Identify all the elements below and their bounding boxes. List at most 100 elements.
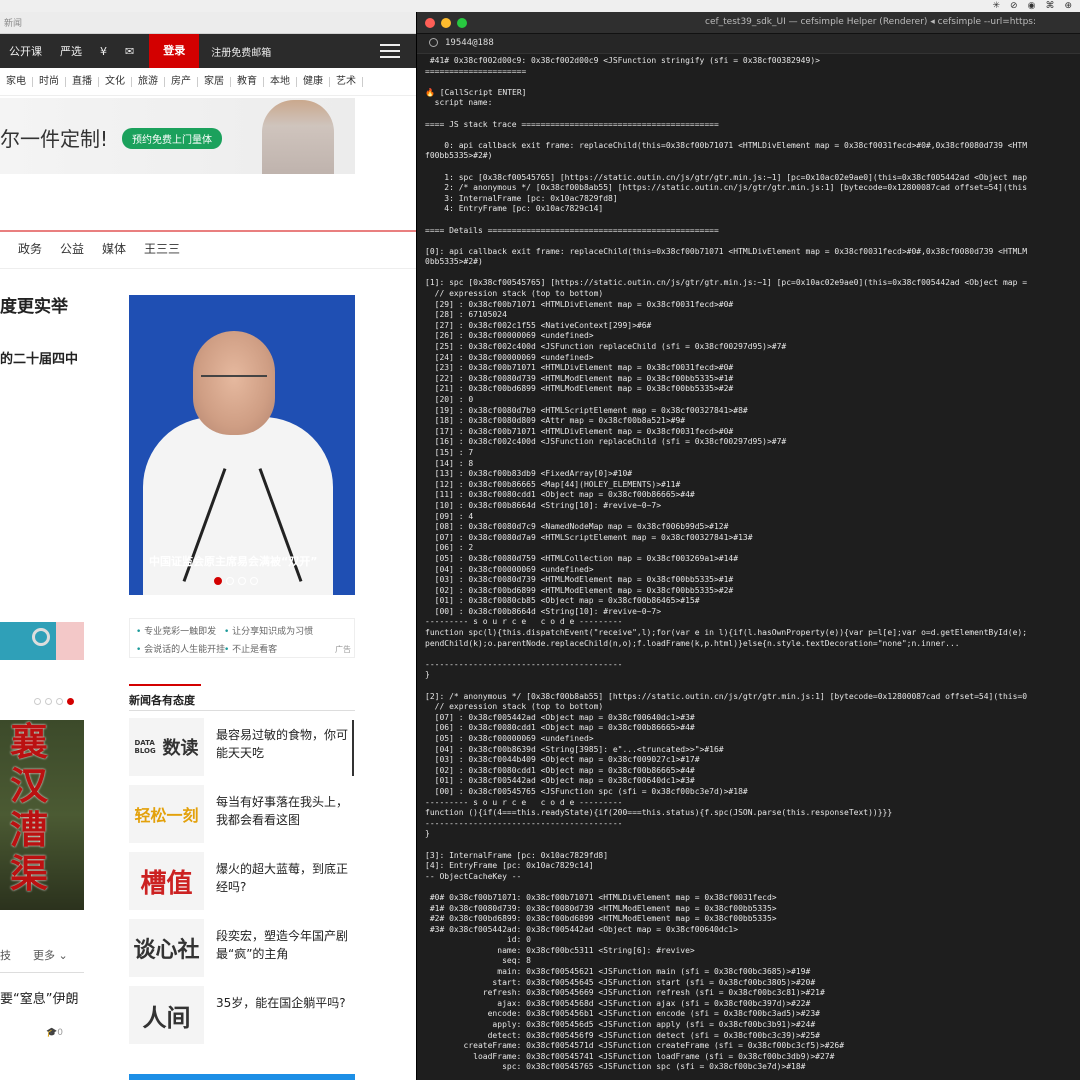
- category-yishu[interactable]: 艺术: [330, 76, 363, 87]
- bottom-promo-banner[interactable]: [129, 1074, 355, 1080]
- status-icon-5[interactable]: ⊕: [1064, 0, 1072, 12]
- topnav-item-gongkaike[interactable]: 公开课: [0, 43, 51, 59]
- news-list-item[interactable]: 人间 35岁，能在国企躺平吗?: [129, 986, 355, 1044]
- carousel-dot-active[interactable]: [214, 577, 222, 585]
- minimize-window-button[interactable]: [441, 18, 451, 28]
- category-jiadian[interactable]: 家电: [0, 76, 33, 87]
- status-icon-2[interactable]: ⊘: [1010, 0, 1018, 12]
- status-icon-3[interactable]: ◉: [1028, 0, 1036, 12]
- divider: [0, 268, 416, 269]
- hamburger-menu-icon[interactable]: [380, 44, 400, 58]
- browser-window-title: 新闻: [4, 19, 23, 29]
- terminal-line: [10] : 0x38cf00b8664d <String[10]: #revi…: [425, 500, 662, 510]
- desktop: ✳ ⊘ ◉ ⌘ ⊕ 新闻 公开课 严选 ¥ ✉ 登录 注册免费邮箱 家电 时尚 …: [0, 0, 1080, 1080]
- terminal-line: #2# 0x38cf00bd6899: 0x38cf00bd6899 <HTML…: [425, 914, 777, 924]
- category-jiaju[interactable]: 家居: [198, 76, 231, 87]
- promo-link-3[interactable]: • 会说话的人生能开挂: [136, 642, 225, 655]
- left-promo-image[interactable]: [0, 622, 84, 660]
- category-shishang[interactable]: 时尚: [33, 76, 66, 87]
- terminal-line: [03] : 0x38cf0080d739 <HTMLModElement ma…: [425, 575, 734, 585]
- carousel-dot-active[interactable]: [67, 698, 74, 705]
- terminal-line: 3: InternalFrame [pc: 0x10ac7829fd8]: [425, 193, 618, 203]
- left-news-count: 🎓0: [46, 1028, 63, 1038]
- terminal-title: cef_test39_sdk_UI — cefsimple Helper (Re…: [705, 17, 1037, 27]
- subnav-zhengwu[interactable]: 政务: [0, 240, 42, 260]
- news-item-title: 最容易过敏的食物，你可能天天吃: [216, 728, 349, 760]
- login-button[interactable]: 登录: [149, 34, 200, 68]
- terminal-line: f00bb5335>#2#): [425, 151, 493, 161]
- news-list-item[interactable]: 槽值 爆火的超大蓝莓，到底正经吗?: [129, 852, 355, 910]
- browser-title-bar[interactable]: 新闻: [0, 12, 416, 34]
- carousel-dot[interactable]: [226, 577, 234, 585]
- news-list-item[interactable]: 谈心社 段奕宏，塑造今年国产剧最“疯”的主角: [129, 919, 355, 977]
- book-title-char-3: 漕: [10, 807, 49, 852]
- carousel-dot[interactable]: [45, 698, 52, 705]
- terminal-line: [15] : 7: [425, 447, 474, 457]
- terminal-line: function spc(l){this.dispatchEvent("rece…: [425, 628, 1028, 638]
- carousel-dot[interactable]: [34, 698, 41, 705]
- carousel-dot[interactable]: [56, 698, 63, 705]
- register-mail-link[interactable]: 注册免费邮箱: [205, 44, 277, 59]
- ad-appointment-button[interactable]: 预约免费上门量体: [122, 128, 222, 149]
- terminal-search-bar[interactable]: 19544@188: [417, 34, 1080, 54]
- category-lvyou[interactable]: 旅游: [132, 76, 165, 87]
- terminal-line: ==== JS stack trace ====================…: [425, 119, 719, 129]
- category-jiankang[interactable]: 健康: [297, 76, 330, 87]
- terminal-line: [28] : 67105024: [425, 310, 507, 320]
- terminal-title-bar[interactable]: cef_test39_sdk_UI — cefsimple Helper (Re…: [417, 12, 1080, 34]
- category-wenhua[interactable]: 文化: [99, 76, 132, 87]
- news-list-item[interactable]: 轻松一刻 每当有好事落在我头上，我都会看看这图: [129, 785, 355, 843]
- promo-link-1[interactable]: • 专业竞彩一触即发: [136, 624, 216, 637]
- sub-nav: 政务 公益 媒体 王三三: [0, 240, 180, 260]
- section-accent-line: [129, 684, 201, 686]
- terminal-line: [16] : 0x38cf002c400d <JSFunction replac…: [425, 437, 787, 447]
- headline-secondary[interactable]: 的二十届四中: [0, 348, 78, 367]
- topnav-item-yuan[interactable]: ¥: [91, 45, 116, 58]
- promo-link-4[interactable]: • 不止是看客: [224, 642, 277, 655]
- headline-main[interactable]: 度更实举: [0, 292, 68, 317]
- terminal-line: name: 0x38cf00bc5311 <String[6]: #revive…: [425, 945, 695, 955]
- terminal-line: [05] : 0x38cf0080d759 <HTMLCollection ma…: [425, 553, 739, 563]
- ad-banner[interactable]: 尔一件定制! 预约免费上门量体: [0, 98, 355, 174]
- terminal-line: [08] : 0x38cf0080d7c9 <NamedNodeMap map …: [425, 522, 729, 532]
- status-icon-4[interactable]: ⌘: [1045, 0, 1054, 12]
- terminal-line: function (){if(4===this.readyState){if(2…: [425, 808, 893, 818]
- book-cover-image[interactable]: 襄 汉 漕 渠: [0, 720, 84, 910]
- category-zhibo[interactable]: 直播: [66, 76, 99, 87]
- search-icon: [429, 38, 438, 47]
- carousel-dot[interactable]: [238, 577, 246, 585]
- terminal-line: [18] : 0x38cf0080d809 <Attr map = 0x38cf…: [425, 416, 686, 426]
- terminal-line: [25] : 0x38cf002c400d <JSFunction replac…: [425, 342, 787, 352]
- subnav-gongyi[interactable]: 公益: [42, 240, 84, 260]
- close-window-button[interactable]: [425, 18, 435, 28]
- window-controls: [425, 18, 467, 28]
- terminal-output[interactable]: #41# 0x38cf002d00c9: 0x38cf002d00c9 <JSF…: [417, 56, 1080, 1073]
- tab-tech[interactable]: 技: [0, 947, 11, 963]
- category-jiaoyu[interactable]: 教育: [231, 76, 264, 87]
- left-news-title[interactable]: 要“窒息”伊朗: [0, 988, 78, 1007]
- news-list-item[interactable]: DATA BLOG 数读 最容易过敏的食物，你可能天天吃: [129, 718, 355, 776]
- zoom-window-button[interactable]: [457, 18, 467, 28]
- promo-link-2[interactable]: • 让分享知识成为习惯: [224, 624, 313, 637]
- terminal-line: [4]: EntryFrame [pc: 0x10ac7829c14]: [425, 861, 594, 871]
- hat-icon: 🎓: [46, 1028, 58, 1038]
- more-button[interactable]: 更多 ⌄: [33, 947, 68, 963]
- news-photo-carousel[interactable]: 中国证监会原主席易会满被“双开”: [129, 295, 355, 595]
- topnav-item-yanxuan[interactable]: 严选: [51, 43, 91, 59]
- promo-links-box: • 专业竞彩一触即发 • 让分享知识成为习惯 • 会说话的人生能开挂 • 不止是…: [129, 618, 355, 658]
- browser-window: 新闻 公开课 严选 ¥ ✉ 登录 注册免费邮箱 家电 时尚 直播 文化 旅游 房…: [0, 12, 416, 1080]
- category-bendi[interactable]: 本地: [264, 76, 297, 87]
- subnav-wangsansan[interactable]: 王三三: [126, 240, 180, 260]
- status-icon-1[interactable]: ✳: [993, 0, 1001, 12]
- subnav-meiti[interactable]: 媒体: [84, 240, 126, 260]
- terminal-line: 1: spc [0x38cf00545765] [https://static.…: [425, 172, 1028, 182]
- carousel-dot[interactable]: [250, 577, 258, 585]
- terminal-line: [11] : 0x38cf0080cdd1 <Object map = 0x38…: [425, 490, 695, 500]
- news-item-title: 爆火的超大蓝莓，到底正经吗?: [216, 862, 349, 894]
- search-query[interactable]: 19544@188: [445, 38, 494, 48]
- terminal-line: 2: /* anonymous */ [0x38cf00b8ab55] [htt…: [425, 183, 1028, 193]
- topnav-item-mail[interactable]: ✉: [116, 45, 143, 58]
- category-fangchan[interactable]: 房产: [165, 76, 198, 87]
